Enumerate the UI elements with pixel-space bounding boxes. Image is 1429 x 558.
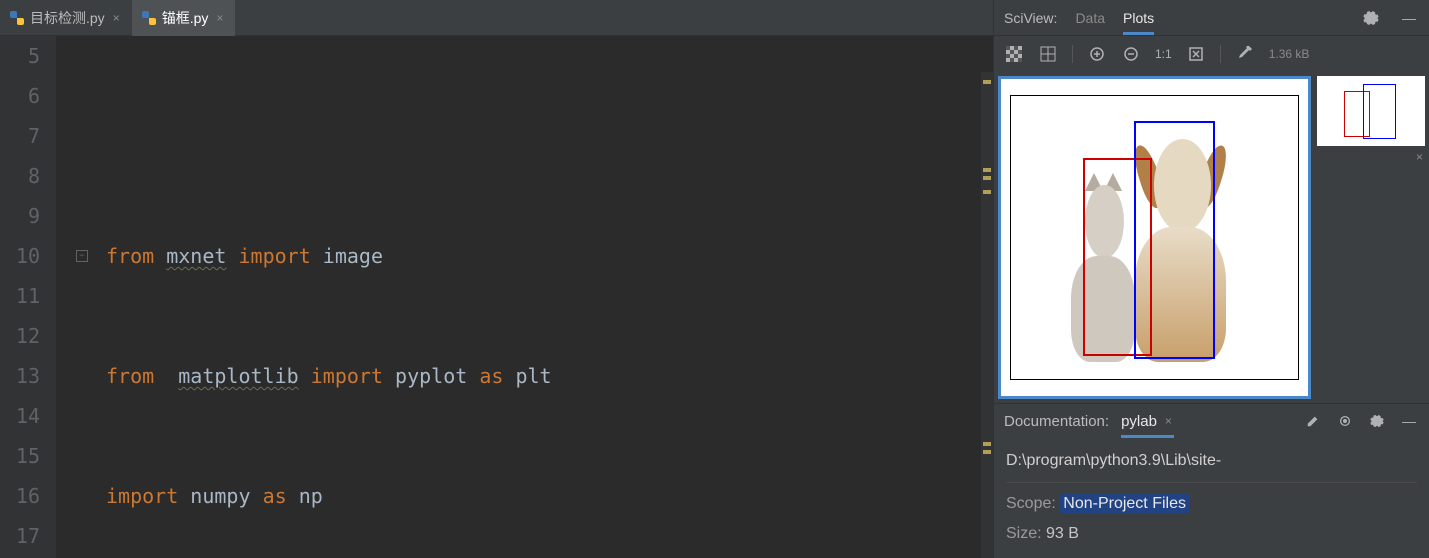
fit-icon[interactable] <box>1186 44 1206 64</box>
warning-marker[interactable] <box>983 168 991 172</box>
scope-label: Scope: <box>1006 495 1060 512</box>
grid-icon[interactable] <box>1038 44 1058 64</box>
code-line: −from mxnet import image <box>106 236 993 276</box>
doc-body: D:\program\python3.9\Lib\site- Scope: No… <box>994 438 1429 558</box>
plot-thumbnail[interactable] <box>1317 76 1425 146</box>
edit-icon[interactable] <box>1303 411 1323 431</box>
warning-marker[interactable] <box>983 190 991 194</box>
minimize-icon[interactable]: — <box>1399 8 1419 28</box>
code-editor[interactable]: 5 6 7 8 9 10 11 12 13 14 15 16 17 −from … <box>0 36 993 558</box>
editor-tabs-bar: 目标检测.py × 锚框.py × <box>0 0 993 36</box>
sciview-header: SciView: Data Plots — <box>994 0 1429 36</box>
close-icon[interactable]: × <box>1317 150 1425 164</box>
line-number: 7 <box>0 116 40 156</box>
gear-icon[interactable] <box>1361 8 1381 28</box>
warning-marker[interactable] <box>983 176 991 180</box>
error-stripe[interactable] <box>981 72 993 558</box>
doc-tab-label: pylab <box>1121 413 1157 430</box>
line-number: 11 <box>0 276 40 316</box>
zoom-in-icon[interactable] <box>1087 44 1107 64</box>
line-number: 6 <box>0 76 40 116</box>
python-file-icon <box>10 11 24 25</box>
plot-main-view[interactable] <box>998 76 1311 399</box>
plot-area: × <box>994 72 1429 403</box>
line-number: 5 <box>0 36 40 76</box>
tab-label: 锚框.py <box>162 8 209 28</box>
dog-bbox <box>1134 121 1214 359</box>
sciview-title: SciView: <box>1004 10 1057 26</box>
doc-title: Documentation: <box>1004 413 1109 430</box>
doc-path: D:\program\python3.9\Lib\site- <box>1006 446 1417 483</box>
tab-data[interactable]: Data <box>1075 10 1105 26</box>
line-number: 13 <box>0 356 40 396</box>
warning-marker[interactable] <box>983 442 991 446</box>
dog-bbox-mini <box>1363 84 1395 139</box>
line-number: 16 <box>0 476 40 516</box>
editor-pane: 目标检测.py × 锚框.py × 5 6 7 8 9 10 11 12 13 … <box>0 0 993 558</box>
size-label: Size: <box>1006 525 1046 542</box>
plot-canvas <box>1010 95 1299 380</box>
code-line <box>106 116 993 156</box>
tab-file-2[interactable]: 锚框.py × <box>132 0 236 36</box>
line-number: 8 <box>0 156 40 196</box>
checkerboard-icon[interactable] <box>1004 44 1024 64</box>
doc-size-row: Size: 93 B <box>1006 519 1417 549</box>
gear-icon[interactable] <box>1367 411 1387 431</box>
close-icon[interactable]: × <box>111 11 122 25</box>
line-number: 17 <box>0 516 40 556</box>
minimize-icon[interactable]: — <box>1399 411 1419 431</box>
plot-toolbar: 1:1 1.36 kB <box>994 36 1429 72</box>
doc-tab[interactable]: pylab × <box>1121 413 1174 438</box>
right-tool-pane: SciView: Data Plots — 1:1 1.36 kB <box>993 0 1429 558</box>
target-icon[interactable] <box>1335 411 1355 431</box>
size-value: 93 B <box>1046 525 1079 542</box>
doc-scope-row: Scope: Non-Project Files <box>1006 489 1417 519</box>
zoom-actual-icon[interactable]: 1:1 <box>1155 44 1172 64</box>
line-number: 10 <box>0 236 40 276</box>
line-number: 15 <box>0 436 40 476</box>
warning-marker[interactable] <box>983 450 991 454</box>
plot-thumbnails: × <box>1317 76 1425 399</box>
tab-label: 目标检测.py <box>30 8 105 28</box>
fold-icon[interactable]: − <box>76 250 88 262</box>
line-number-gutter: 5 6 7 8 9 10 11 12 13 14 15 16 17 <box>0 36 56 558</box>
line-number: 12 <box>0 316 40 356</box>
python-file-icon <box>142 11 156 25</box>
separator <box>1072 45 1073 63</box>
separator <box>1220 45 1221 63</box>
code-line: import numpy as np <box>106 476 993 516</box>
documentation-panel: Documentation: pylab × — D:\program\pyth… <box>994 403 1429 558</box>
line-number: 14 <box>0 396 40 436</box>
warning-marker[interactable] <box>983 80 991 84</box>
scope-value: Non-Project Files <box>1060 494 1189 513</box>
doc-header: Documentation: pylab × — <box>994 404 1429 438</box>
close-icon[interactable]: × <box>1163 414 1174 428</box>
code-line: from matplotlib import pyplot as plt <box>106 356 993 396</box>
tab-file-1[interactable]: 目标检测.py × <box>0 0 132 36</box>
tab-plots[interactable]: Plots <box>1123 10 1154 35</box>
zoom-out-icon[interactable] <box>1121 44 1141 64</box>
line-number: 9 <box>0 196 40 236</box>
close-icon[interactable]: × <box>214 11 225 25</box>
code-content[interactable]: −from mxnet import image from matplotlib… <box>56 36 993 558</box>
file-size-label: 1.36 kB <box>1269 47 1310 61</box>
color-picker-icon[interactable] <box>1235 44 1255 64</box>
